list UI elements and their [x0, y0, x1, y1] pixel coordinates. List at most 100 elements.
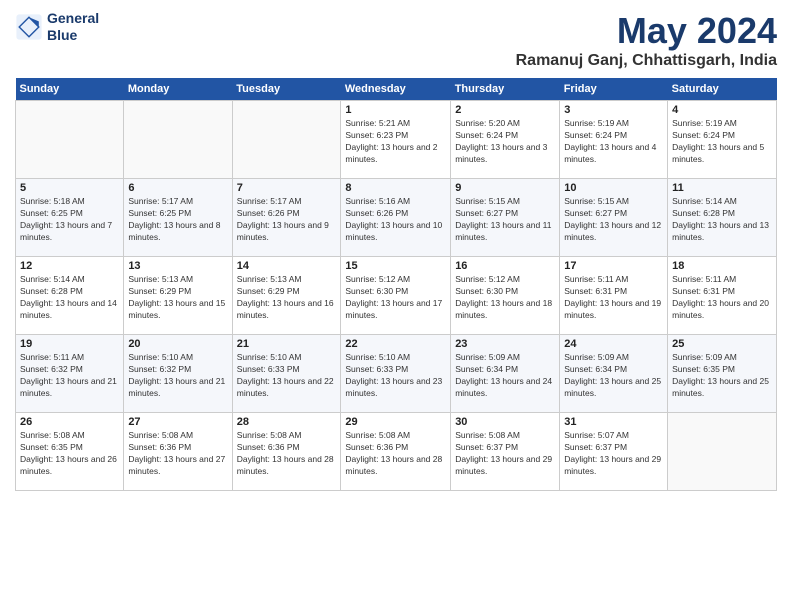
- day-info: Sunrise: 5:11 AM Sunset: 6:32 PM Dayligh…: [20, 352, 119, 400]
- day-number: 6: [128, 182, 227, 194]
- calendar-cell: 1Sunrise: 5:21 AM Sunset: 6:23 PM Daylig…: [341, 101, 451, 179]
- day-number: 7: [237, 182, 337, 194]
- logo: General Blue: [15, 10, 99, 44]
- day-info: Sunrise: 5:14 AM Sunset: 6:28 PM Dayligh…: [672, 196, 772, 244]
- calendar-cell: 25 Sunrise: 5:09 AM Sunset: 6:35 PM Dayli…: [668, 335, 777, 413]
- col-sunday: Sunday: [16, 78, 124, 101]
- calendar-cell: 11Sunrise: 5:14 AM Sunset: 6:28 PM Dayli…: [668, 179, 777, 257]
- calendar-cell: 30 Sunrise: 5:08 AM Sunset: 6:37 PM Dayli…: [451, 413, 560, 491]
- day-info: Sunrise: 5:19 AM Sunset: 6:24 PM Dayligh…: [564, 118, 663, 166]
- calendar-cell: 29Sunrise: 5:08 AM Sunset: 6:36 PM Dayli…: [341, 413, 451, 491]
- calendar-cell: 5Sunrise: 5:18 AM Sunset: 6:25 PM Daylig…: [16, 179, 124, 257]
- col-saturday: Saturday: [668, 78, 777, 101]
- col-thursday: Thursday: [451, 78, 560, 101]
- day-info: Sunrise: 5:17 AM Sunset: 6:26 PM Dayligh…: [237, 196, 337, 244]
- calendar-cell: 31Sunrise: 5:07 AM Sunset: 6:37 PM Dayli…: [560, 413, 668, 491]
- day-number: 5: [20, 182, 119, 194]
- day-info: Sunrise: 5:08 AM Sunset: 6:37 PM Dayligh…: [455, 430, 555, 478]
- calendar-cell: 3 Sunrise: 5:19 AM Sunset: 6:24 PM Daylig…: [560, 101, 668, 179]
- calendar-cell: 23Sunrise: 5:09 AM Sunset: 6:34 PM Dayli…: [451, 335, 560, 413]
- col-friday: Friday: [560, 78, 668, 101]
- day-number: 14: [237, 260, 337, 272]
- calendar-cell: [232, 101, 341, 179]
- day-number: 20: [128, 338, 227, 350]
- day-number: 12: [20, 260, 119, 272]
- day-info: Sunrise: 5:12 AM Sunset: 6:30 PM Dayligh…: [345, 274, 446, 322]
- calendar-cell: 18 Sunrise: 5:11 AM Sunset: 6:31 PM Dayli…: [668, 257, 777, 335]
- location-subtitle: Ramanuj Ganj, Chhattisgarh, India: [516, 52, 777, 70]
- day-number: 8: [345, 182, 446, 194]
- logo-icon: [15, 13, 43, 41]
- calendar-cell: 16 Sunrise: 5:12 AM Sunset: 6:30 PM Dayli…: [451, 257, 560, 335]
- day-number: 24: [564, 338, 663, 350]
- day-number: 9: [455, 182, 555, 194]
- day-info: Sunrise: 5:20 AM Sunset: 6:24 PM Dayligh…: [455, 118, 555, 166]
- day-number: 22: [345, 338, 446, 350]
- col-monday: Monday: [124, 78, 232, 101]
- logo-text: General Blue: [47, 10, 99, 44]
- calendar-cell: 24 Sunrise: 5:09 AM Sunset: 6:34 PM Dayli…: [560, 335, 668, 413]
- day-info: Sunrise: 5:08 AM Sunset: 6:36 PM Dayligh…: [237, 430, 337, 478]
- calendar-cell: 26Sunrise: 5:08 AM Sunset: 6:35 PM Dayli…: [16, 413, 124, 491]
- day-info: Sunrise: 5:08 AM Sunset: 6:36 PM Dayligh…: [128, 430, 227, 478]
- calendar-cell: 10 Sunrise: 5:15 AM Sunset: 6:27 PM Dayli…: [560, 179, 668, 257]
- day-info: Sunrise: 5:15 AM Sunset: 6:27 PM Dayligh…: [455, 196, 555, 244]
- day-info: Sunrise: 5:10 AM Sunset: 6:32 PM Dayligh…: [128, 352, 227, 400]
- day-info: Sunrise: 5:17 AM Sunset: 6:25 PM Dayligh…: [128, 196, 227, 244]
- calendar-cell: 9 Sunrise: 5:15 AM Sunset: 6:27 PM Daylig…: [451, 179, 560, 257]
- day-info: Sunrise: 5:19 AM Sunset: 6:24 PM Dayligh…: [672, 118, 772, 166]
- day-number: 21: [237, 338, 337, 350]
- week-row-2: 5Sunrise: 5:18 AM Sunset: 6:25 PM Daylig…: [16, 179, 777, 257]
- day-number: 25: [672, 338, 772, 350]
- day-info: Sunrise: 5:09 AM Sunset: 6:34 PM Dayligh…: [564, 352, 663, 400]
- day-number: 28: [237, 416, 337, 428]
- day-info: Sunrise: 5:16 AM Sunset: 6:26 PM Dayligh…: [345, 196, 446, 244]
- calendar-cell: 19 Sunrise: 5:11 AM Sunset: 6:32 PM Dayli…: [16, 335, 124, 413]
- day-number: 10: [564, 182, 663, 194]
- day-number: 16: [455, 260, 555, 272]
- calendar-cell: 15Sunrise: 5:12 AM Sunset: 6:30 PM Dayli…: [341, 257, 451, 335]
- col-wednesday: Wednesday: [341, 78, 451, 101]
- day-number: 18: [672, 260, 772, 272]
- day-info: Sunrise: 5:10 AM Sunset: 6:33 PM Dayligh…: [237, 352, 337, 400]
- calendar-cell: [668, 413, 777, 491]
- day-info: Sunrise: 5:09 AM Sunset: 6:35 PM Dayligh…: [672, 352, 772, 400]
- week-row-5: 26Sunrise: 5:08 AM Sunset: 6:35 PM Dayli…: [16, 413, 777, 491]
- day-info: Sunrise: 5:15 AM Sunset: 6:27 PM Dayligh…: [564, 196, 663, 244]
- calendar-cell: 20 Sunrise: 5:10 AM Sunset: 6:32 PM Dayli…: [124, 335, 232, 413]
- calendar-cell: 2 Sunrise: 5:20 AM Sunset: 6:24 PM Daylig…: [451, 101, 560, 179]
- day-info: Sunrise: 5:14 AM Sunset: 6:28 PM Dayligh…: [20, 274, 119, 322]
- calendar-cell: 14Sunrise: 5:13 AM Sunset: 6:29 PM Dayli…: [232, 257, 341, 335]
- day-number: 13: [128, 260, 227, 272]
- calendar-table: Sunday Monday Tuesday Wednesday Thursday…: [15, 78, 777, 491]
- calendar-cell: 27 Sunrise: 5:08 AM Sunset: 6:36 PM Dayli…: [124, 413, 232, 491]
- calendar-cell: 8 Sunrise: 5:16 AM Sunset: 6:26 PM Daylig…: [341, 179, 451, 257]
- calendar-cell: 17Sunrise: 5:11 AM Sunset: 6:31 PM Dayli…: [560, 257, 668, 335]
- header-row: Sunday Monday Tuesday Wednesday Thursday…: [16, 78, 777, 101]
- day-number: 19: [20, 338, 119, 350]
- day-number: 30: [455, 416, 555, 428]
- week-row-4: 19 Sunrise: 5:11 AM Sunset: 6:32 PM Dayli…: [16, 335, 777, 413]
- logo-line1: General: [47, 10, 99, 27]
- calendar-cell: [124, 101, 232, 179]
- calendar-cell: 6 Sunrise: 5:17 AM Sunset: 6:25 PM Daylig…: [124, 179, 232, 257]
- day-info: Sunrise: 5:11 AM Sunset: 6:31 PM Dayligh…: [564, 274, 663, 322]
- calendar-cell: 21 Sunrise: 5:10 AM Sunset: 6:33 PM Dayli…: [232, 335, 341, 413]
- day-info: Sunrise: 5:12 AM Sunset: 6:30 PM Dayligh…: [455, 274, 555, 322]
- day-info: Sunrise: 5:13 AM Sunset: 6:29 PM Dayligh…: [128, 274, 227, 322]
- day-number: 3: [564, 104, 663, 116]
- day-number: 4: [672, 104, 772, 116]
- calendar-cell: 12 Sunrise: 5:14 AM Sunset: 6:28 PM Dayli…: [16, 257, 124, 335]
- day-number: 27: [128, 416, 227, 428]
- day-number: 23: [455, 338, 555, 350]
- title-block: May 2024 Ramanuj Ganj, Chhattisgarh, Ind…: [516, 10, 777, 70]
- calendar-cell: 13 Sunrise: 5:13 AM Sunset: 6:29 PM Dayli…: [124, 257, 232, 335]
- day-number: 26: [20, 416, 119, 428]
- col-tuesday: Tuesday: [232, 78, 341, 101]
- calendar-cell: 22 Sunrise: 5:10 AM Sunset: 6:33 PM Dayli…: [341, 335, 451, 413]
- day-info: Sunrise: 5:10 AM Sunset: 6:33 PM Dayligh…: [345, 352, 446, 400]
- day-number: 2: [455, 104, 555, 116]
- day-number: 1: [345, 104, 446, 116]
- page-container: General Blue May 2024 Ramanuj Ganj, Chha…: [0, 0, 792, 501]
- day-info: Sunrise: 5:11 AM Sunset: 6:31 PM Dayligh…: [672, 274, 772, 322]
